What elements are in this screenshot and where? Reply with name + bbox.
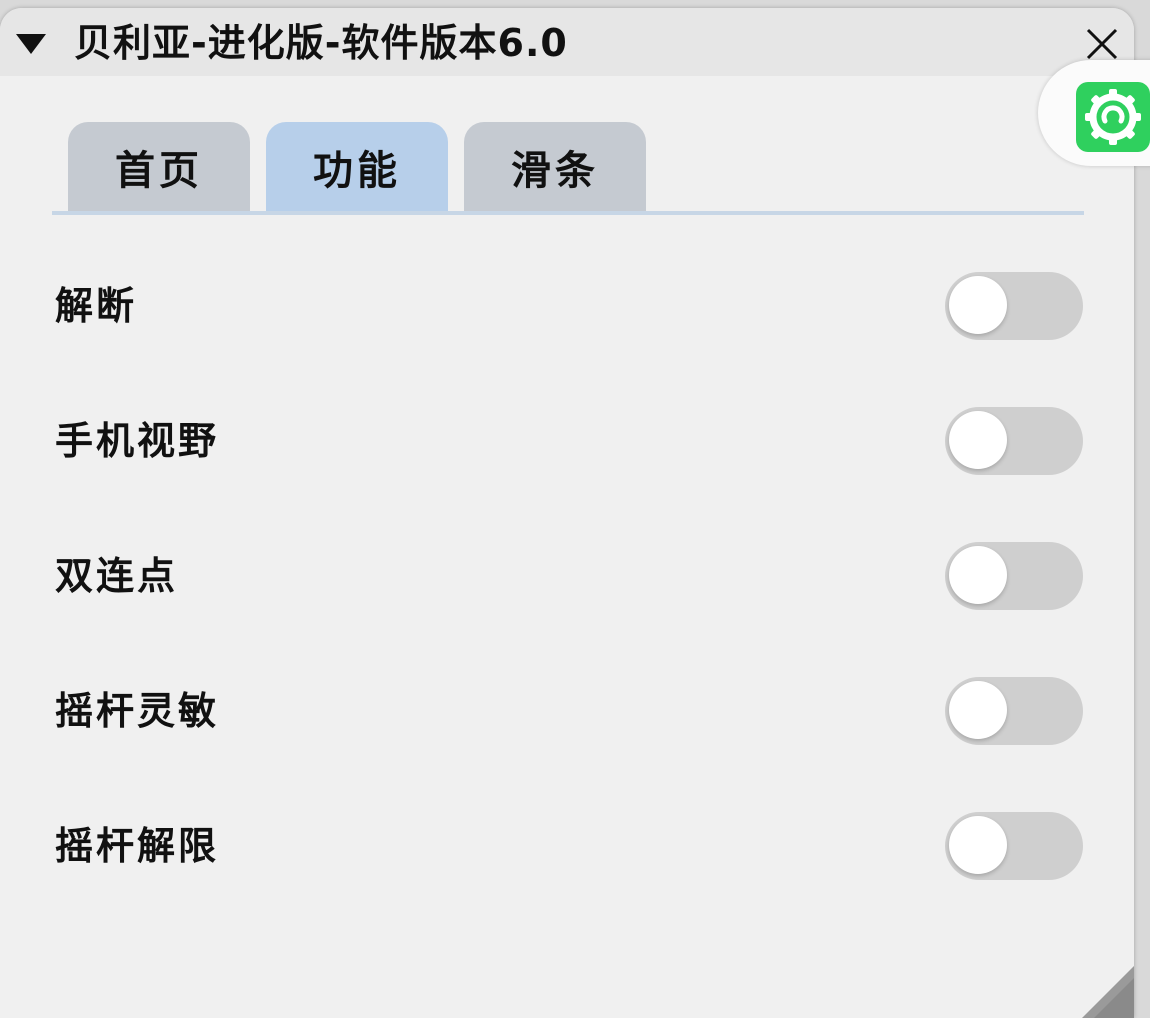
window-title: 贝利亚-进化版-软件版本6.0 [74, 21, 568, 65]
feature-label: 摇杆灵敏 [55, 689, 220, 733]
resize-corner-icon[interactable] [1074, 958, 1134, 1018]
tab-sliders[interactable]: 滑条 [464, 122, 646, 212]
list-item: 双连点 [0, 526, 1134, 626]
triangle-down-icon[interactable] [16, 34, 46, 54]
feature-toggle[interactable] [945, 677, 1083, 745]
tab-home[interactable]: 首页 [68, 122, 250, 212]
tab-divider [52, 211, 1084, 215]
feature-toggle[interactable] [945, 407, 1083, 475]
feature-label: 手机视野 [55, 419, 220, 463]
list-item: 解断 [0, 256, 1134, 356]
feature-label: 摇杆解限 [55, 824, 220, 868]
tab-features[interactable]: 功能 [266, 122, 448, 212]
list-item: 摇杆解限 [0, 796, 1134, 896]
toggle-knob [949, 546, 1007, 604]
toggle-knob [949, 411, 1007, 469]
title-bar[interactable]: 贝利亚-进化版-软件版本6.0 [0, 8, 1134, 76]
settings-button[interactable] [1038, 60, 1150, 166]
close-icon[interactable] [1084, 26, 1120, 62]
feature-toggle[interactable] [945, 542, 1083, 610]
toggle-knob [949, 276, 1007, 334]
feature-label: 双连点 [55, 554, 179, 598]
toggle-knob [949, 816, 1007, 874]
toggle-knob [949, 681, 1007, 739]
floating-menu-window: 贝利亚-进化版-软件版本6.0 首页 功能 滑条 解断 手机视野 双连点 摇杆灵… [0, 8, 1134, 1018]
tab-bar: 首页 功能 滑条 [68, 122, 646, 212]
feature-toggle[interactable] [945, 812, 1083, 880]
list-item: 手机视野 [0, 391, 1134, 491]
list-item: 摇杆灵敏 [0, 661, 1134, 761]
feature-toggle[interactable] [945, 272, 1083, 340]
gear-icon [1076, 82, 1150, 152]
feature-label: 解断 [55, 284, 138, 328]
